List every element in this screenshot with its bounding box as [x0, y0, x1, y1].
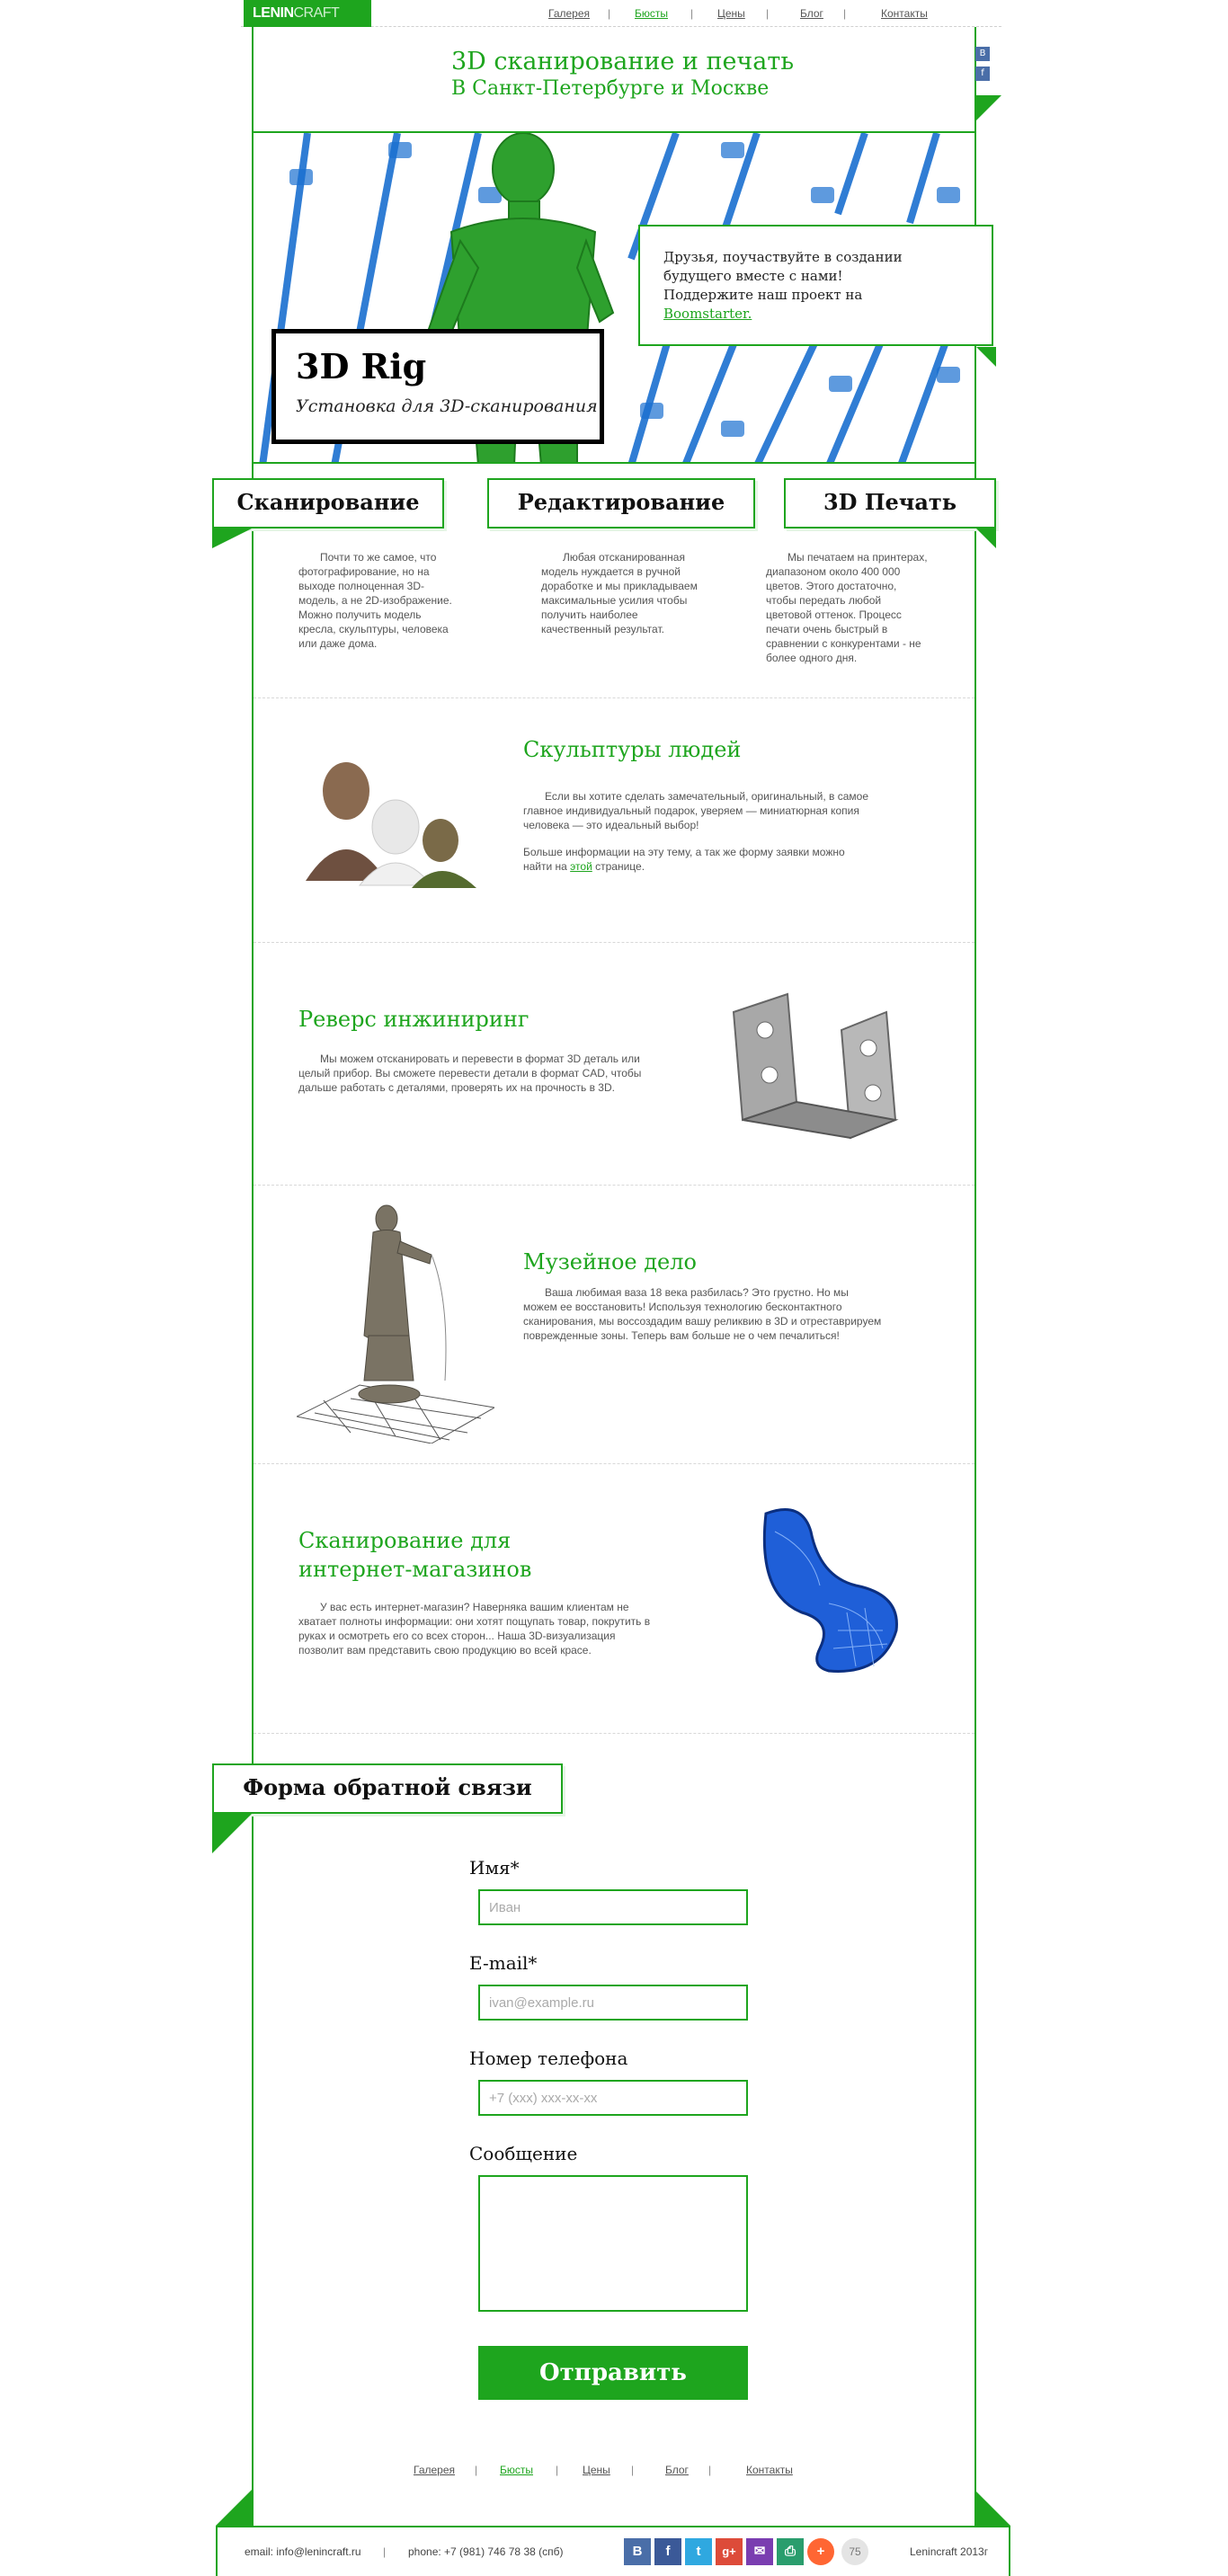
statue-image	[297, 1204, 494, 1443]
nav-link-blog[interactable]: Блог	[800, 7, 823, 20]
corner-fold	[216, 2490, 252, 2526]
section-text-reverse: Мы можем отсканировать и перевести в фор…	[298, 1053, 642, 1094]
phone-input[interactable]: +7 (xxx) xxx-xx-xx	[478, 2080, 748, 2116]
footer-email: email: info@lenincraft.ru	[245, 2545, 361, 2558]
divider	[254, 697, 974, 698]
divider	[254, 1463, 974, 1464]
google-plus-share-icon[interactable]: g+	[716, 2538, 743, 2565]
footer-link-gallery[interactable]: Галерея	[414, 2464, 455, 2476]
footer: email: info@lenincraft.ru | phone: +7 (9…	[216, 2526, 1010, 2576]
section-text-shops: У вас есть интернет-магазин? Наверняка в…	[298, 1601, 651, 1657]
mechanical-part-image	[732, 992, 899, 1140]
phone-label: Номер телефона	[469, 2047, 628, 2069]
social-mini: В f	[975, 47, 993, 86]
boomstarter-card: Друзья, поучаствуйте в создании будущего…	[638, 225, 993, 346]
service-text-editing: Любая отсканированная модель нуждается в…	[541, 551, 698, 635]
section-title-sculptures: Скульптуры людей	[523, 737, 742, 762]
nav-link-gallery[interactable]: Галерея	[548, 7, 590, 20]
mail-share-icon[interactable]: ✉	[746, 2538, 773, 2565]
chair-image	[762, 1508, 898, 1673]
top-nav: LENINCRAFT Галерея | Бюсты | Цены | Блог…	[241, 0, 1001, 27]
divider	[254, 1185, 974, 1186]
boomstarter-link[interactable]: Boomstarter.	[663, 306, 752, 322]
corner-fold	[974, 2490, 1010, 2526]
email-label: E-mail*	[469, 1952, 538, 1974]
name-input[interactable]: Иван	[478, 1889, 748, 1925]
footer-link-contacts[interactable]: Контакты	[746, 2464, 793, 2476]
corner-fold	[212, 1814, 252, 1853]
section-title-reverse: Реверс инжиниринг	[298, 1007, 529, 1032]
footer-separator: |	[556, 2464, 559, 2476]
facebook-share-icon[interactable]: f	[654, 2538, 681, 2565]
this-page-link[interactable]: этой	[570, 860, 592, 873]
form-title: Форма обратной связи	[212, 1763, 563, 1814]
rig-title: 3D Rig	[296, 346, 427, 386]
corner-fold	[976, 529, 996, 548]
rig-subtitle: Установка для 3D-сканирования	[296, 396, 598, 416]
print-icon[interactable]: ⎙	[777, 2538, 804, 2565]
site-title: 3D сканирование и печать	[451, 48, 795, 76]
message-textarea[interactable]	[478, 2175, 748, 2312]
section-title-shops-2: интернет-магазинов	[298, 1557, 532, 1582]
busts-image	[306, 762, 476, 888]
share-count-badge: 75	[841, 2538, 868, 2565]
footer-link-blog[interactable]: Блог	[665, 2464, 689, 2476]
logo[interactable]: LENINCRAFT	[244, 0, 371, 27]
email-input[interactable]: ivan@example.ru	[478, 1985, 748, 2021]
corner-fold	[212, 529, 252, 548]
section-title-shops-1: Сканирование для	[298, 1528, 512, 1553]
nav-separator: |	[608, 7, 611, 20]
divider	[254, 1733, 974, 1734]
site-subtitle: В Санкт-Петербурге и Москве	[451, 77, 770, 100]
footer-separator: |	[383, 2545, 387, 2558]
footer-separator: |	[631, 2464, 635, 2476]
message-label: Сообщение	[469, 2143, 578, 2164]
tab-3d-print: 3D Печать	[784, 478, 996, 529]
more-share-icon[interactable]: +	[807, 2538, 834, 2565]
name-label: Имя*	[469, 1857, 520, 1879]
section-title-museum: Музейное дело	[523, 1249, 697, 1275]
vk-share-icon[interactable]: В	[624, 2538, 651, 2565]
tab-editing: Редактирование	[487, 478, 755, 529]
footer-copyright: Lenincraft 2013г	[910, 2545, 989, 2558]
boomstarter-text: Друзья, поучаствуйте в создании будущего…	[663, 249, 903, 322]
nav-separator: |	[766, 7, 770, 20]
footer-separator: |	[475, 2464, 478, 2476]
section-link-text: Больше информации на эту тему, а так же …	[523, 846, 845, 873]
vk-icon[interactable]: В	[975, 47, 990, 61]
footer-separator: |	[708, 2464, 712, 2476]
corner-fold	[976, 347, 996, 367]
tab-scanning: Сканирование	[212, 478, 444, 529]
footer-link-prices[interactable]: Цены	[583, 2464, 610, 2476]
nav-separator: |	[690, 7, 694, 20]
nav-link-contacts[interactable]: Контакты	[881, 7, 928, 20]
section-text-museum: Ваша любимая ваза 18 века разбилась? Это…	[523, 1286, 882, 1342]
section-text-sculptures: Если вы хотите сделать замечательный, ор…	[523, 790, 869, 831]
rig-card: 3D Rig Установка для 3D-сканирования	[271, 329, 604, 444]
nav-separator: |	[843, 7, 847, 20]
divider	[254, 942, 974, 943]
submit-button[interactable]: Отправить	[478, 2346, 748, 2400]
footer-phone: phone: +7 (981) 746 78 38 (спб)	[408, 2545, 564, 2558]
service-text-print: Мы печатаем на принтерах, диапазоном око…	[766, 551, 928, 664]
facebook-icon[interactable]: f	[975, 67, 990, 81]
corner-fold	[976, 95, 1001, 120]
twitter-share-icon[interactable]: t	[685, 2538, 712, 2565]
nav-link-busts[interactable]: Бюсты	[635, 7, 668, 20]
nav-link-prices[interactable]: Цены	[717, 7, 745, 20]
footer-link-busts[interactable]: Бюсты	[500, 2464, 533, 2476]
service-text-scanning: Почти то же самое, что фотографирование,…	[298, 551, 452, 650]
